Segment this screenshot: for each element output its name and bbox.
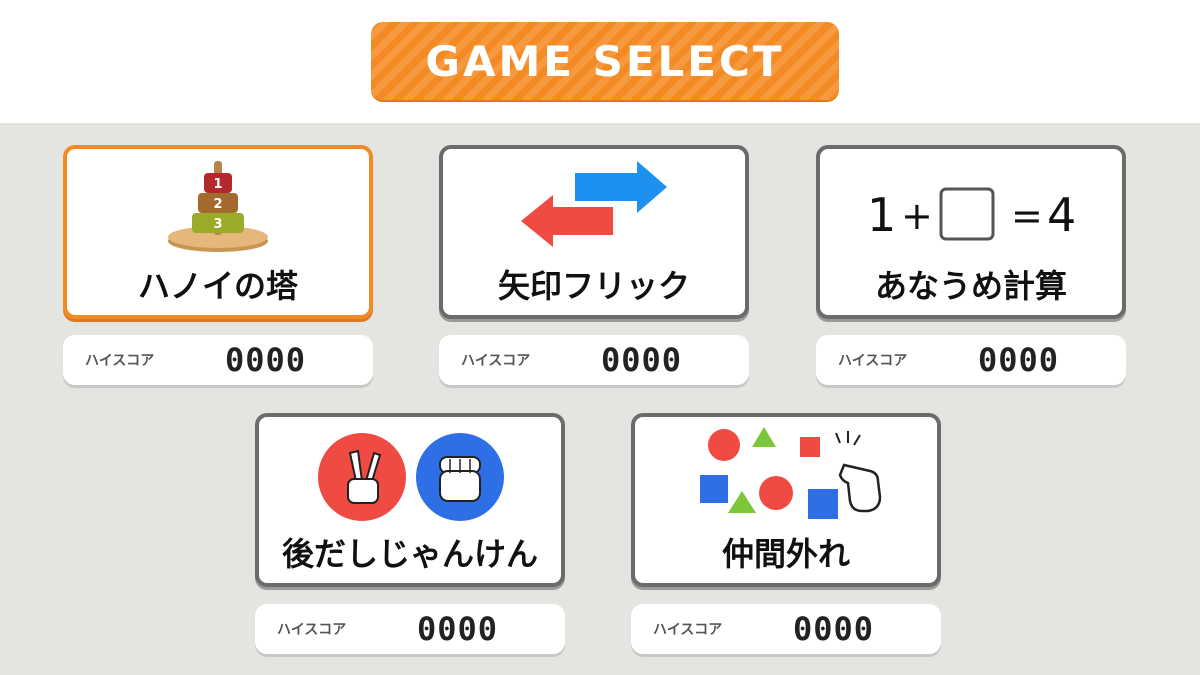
- title-banner: GAME SELECT: [371, 22, 839, 100]
- pointing-hand-icon: [835, 431, 882, 513]
- high-score-label: ハイスコア: [85, 353, 155, 369]
- high-score-value: 0000: [793, 610, 875, 648]
- high-score-label: ハイスコア: [838, 353, 908, 369]
- equation-result: 4: [1047, 188, 1076, 242]
- game-card-arrow-flick[interactable]: 矢印フリック: [439, 145, 749, 319]
- janken-hands-icon: [259, 423, 561, 523]
- game-card-fill-in-math[interactable]: 1 + = 4 あなうめ計算: [816, 145, 1126, 319]
- game-title: 後だしじゃんけん: [281, 535, 538, 573]
- high-score-panel: ハイスコア 0000: [255, 604, 565, 654]
- high-score-value: 0000: [225, 341, 307, 379]
- rock-hand-icon: [439, 456, 481, 502]
- disk-3-label: 3: [213, 217, 222, 232]
- arrows-icon: [443, 155, 745, 255]
- disk-1-label: 1: [213, 177, 222, 192]
- game-card-odd-one-out[interactable]: 仲間外れ: [631, 413, 941, 587]
- high-score-panel: ハイスコア 0000: [816, 335, 1126, 385]
- shapes-pointer-icon: [635, 423, 937, 523]
- game-title: あなうめ計算: [874, 267, 1067, 305]
- high-score-value: 0000: [601, 341, 683, 379]
- high-score-label: ハイスコア: [277, 622, 347, 638]
- game-card-hanoi[interactable]: 1 2 3 ハノイの塔: [63, 145, 373, 319]
- equation-equals: =: [1011, 194, 1043, 238]
- game-title: 仲間外れ: [721, 535, 850, 573]
- game-card-janken[interactable]: 後だしじゃんけん: [255, 413, 565, 587]
- high-score-panel: ハイスコア 0000: [631, 604, 941, 654]
- game-title: ハノイの塔: [137, 267, 298, 305]
- blank-box: [939, 187, 995, 241]
- high-score-value: 0000: [417, 610, 499, 648]
- disk-2-label: 2: [213, 197, 222, 212]
- high-score-label: ハイスコア: [653, 622, 723, 638]
- equation-plus: +: [901, 194, 933, 238]
- equation-left: 1: [867, 188, 896, 242]
- game-title: 矢印フリック: [497, 267, 690, 305]
- high-score-panel: ハイスコア 0000: [439, 335, 749, 385]
- high-score-value: 0000: [978, 341, 1060, 379]
- high-score-panel: ハイスコア 0000: [63, 335, 373, 385]
- tower-of-hanoi-icon: 1 2 3: [67, 155, 369, 255]
- high-score-label: ハイスコア: [461, 353, 531, 369]
- page-title: GAME SELECT: [425, 36, 785, 86]
- equation-icon: 1 + = 4: [820, 155, 1122, 255]
